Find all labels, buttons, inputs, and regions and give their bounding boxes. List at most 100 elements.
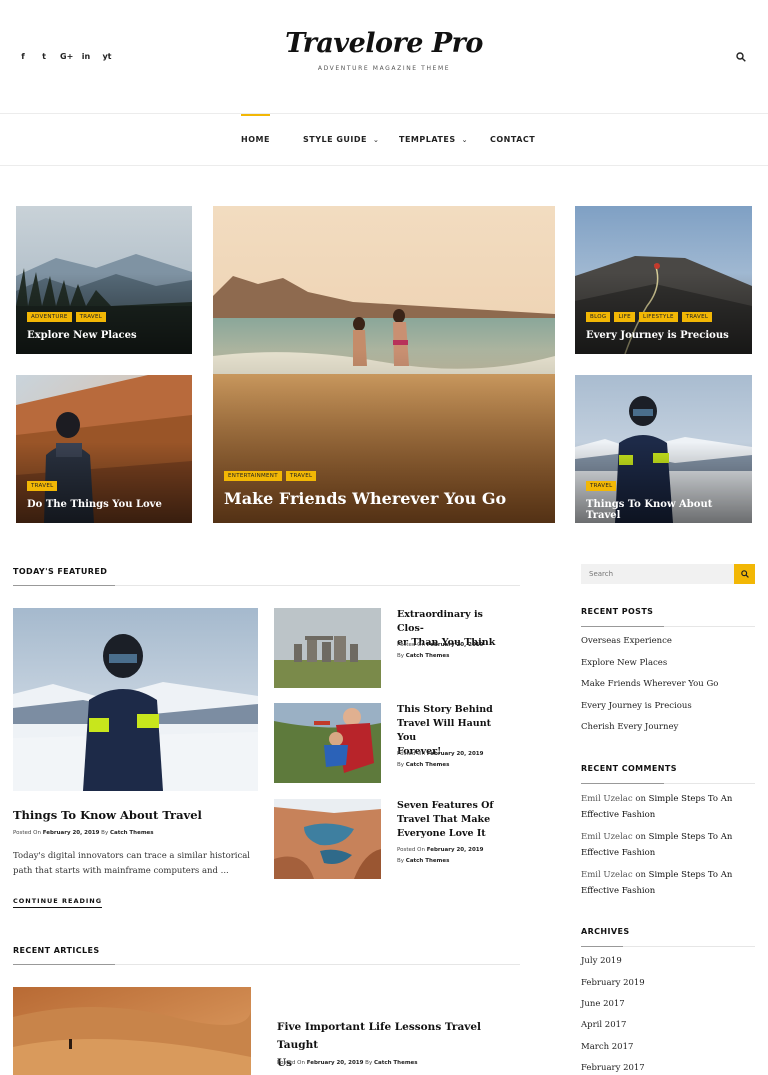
- meta-label: By: [397, 858, 405, 864]
- comment-on: on: [635, 832, 646, 842]
- nav-item-home[interactable]: HOME: [241, 114, 270, 166]
- featured-main-image[interactable]: [13, 608, 258, 791]
- main-navigation: HOME STYLE GUIDE ⌄ TEMPLATES ⌄ CONTACT: [0, 114, 768, 166]
- meta-label: Posted On: [277, 1060, 305, 1066]
- post-meta: Posted On February 20, 2019 By Catch The…: [13, 830, 154, 836]
- archive-link[interactable]: February 2019: [581, 978, 645, 988]
- comment-post-link[interactable]: Effective Fashion: [581, 883, 751, 899]
- search-input[interactable]: [581, 564, 734, 584]
- comment-on: on: [635, 870, 646, 880]
- comment-author[interactable]: Emil Uzelac: [581, 794, 633, 804]
- recent-article-image[interactable]: [13, 987, 251, 1075]
- recent-comment: Emil Uzelac on Simple Steps To An Effect…: [581, 867, 751, 899]
- post-author[interactable]: Catch Themes: [406, 653, 450, 659]
- divider-accent: [581, 626, 664, 627]
- title-line: Seven Features Of: [397, 800, 494, 811]
- comment-post-link[interactable]: Effective Fashion: [581, 807, 751, 823]
- nav-label: STYLE GUIDE: [303, 135, 368, 144]
- tag-travel[interactable]: TRAVEL: [586, 481, 617, 491]
- meta-label: By: [397, 653, 405, 659]
- archive-link[interactable]: June 2017: [581, 999, 625, 1009]
- recent-post-link[interactable]: Overseas Experience: [581, 636, 672, 646]
- nav-label: TEMPLATES: [399, 135, 456, 144]
- meta-label: Posted On: [397, 847, 425, 853]
- tag-adventure[interactable]: ADVENTURE: [27, 312, 72, 322]
- post-author[interactable]: Catch Themes: [110, 830, 154, 836]
- recent-post-link[interactable]: Cherish Every Journey: [581, 722, 678, 732]
- post-date[interactable]: February 20, 2019: [427, 642, 484, 648]
- post-author[interactable]: Catch Themes: [406, 762, 450, 768]
- continue-reading-link[interactable]: CONTINUE READING: [13, 897, 103, 908]
- card-tags: ENTERTAINMENT TRAVEL: [224, 471, 317, 481]
- nav-item-contact[interactable]: CONTACT: [490, 114, 535, 166]
- post-thumbnail[interactable]: [274, 703, 381, 783]
- widget-heading-recent-comments: RECENT COMMENTS: [581, 764, 677, 773]
- archive-link[interactable]: February 2017: [581, 1063, 645, 1073]
- card-tags: TRAVEL: [586, 481, 617, 491]
- post-author[interactable]: Catch Themes: [406, 858, 450, 864]
- search-icon[interactable]: [736, 52, 746, 62]
- card-title[interactable]: Explore New Places: [27, 330, 184, 341]
- comment-post-link[interactable]: Simple Steps To An: [649, 832, 733, 842]
- post-date[interactable]: February 20, 2019: [43, 830, 100, 836]
- card-title[interactable]: Every Journey is Precious: [586, 330, 744, 341]
- card-title[interactable]: Things To Know About Travel: [586, 499, 744, 521]
- hero-card-things-you-love[interactable]: TRAVEL Do The Things You Love: [16, 375, 192, 523]
- comment-author[interactable]: Emil Uzelac: [581, 870, 633, 880]
- divider-accent: [581, 783, 664, 784]
- meta-label: Posted On: [13, 830, 41, 836]
- tag-life[interactable]: LIFE: [614, 312, 635, 322]
- post-thumbnail[interactable]: [274, 608, 381, 688]
- comment-on: on: [635, 794, 646, 804]
- title-line: Travel Will Haunt You: [397, 718, 491, 743]
- post-title[interactable]: Seven Features Of Travel That Make Every…: [397, 799, 512, 841]
- post-meta: Posted On February 20, 2019 By Catch The…: [397, 845, 483, 867]
- post-date[interactable]: February 20, 2019: [427, 847, 484, 853]
- nav-item-templates[interactable]: TEMPLATES ⌄: [399, 114, 468, 166]
- archive-link[interactable]: July 2019: [581, 956, 622, 966]
- tag-travel[interactable]: TRAVEL: [75, 312, 107, 322]
- site-title[interactable]: Travelore Pro: [0, 28, 768, 59]
- section-heading-recent-articles: RECENT ARTICLES: [13, 946, 100, 955]
- post-title[interactable]: Things To Know About Travel: [13, 808, 202, 822]
- tag-travel[interactable]: TRAVEL: [681, 312, 713, 322]
- nav-item-style-guide[interactable]: STYLE GUIDE ⌄: [303, 114, 379, 166]
- hero-card-every-journey[interactable]: BLOG LIFE LIFESTYLE TRAVEL Every Journey…: [575, 206, 752, 354]
- comment-author[interactable]: Emil Uzelac: [581, 832, 633, 842]
- post-date[interactable]: February 20, 2019: [427, 751, 484, 757]
- desert-image: [13, 987, 251, 1075]
- chevron-down-icon: ⌄: [461, 136, 468, 144]
- hero-card-make-friends[interactable]: ENTERTAINMENT TRAVEL Make Friends Wherev…: [213, 206, 555, 523]
- nav-label: CONTACT: [490, 135, 536, 144]
- meta-label: By: [397, 762, 405, 768]
- tag-travel[interactable]: TRAVEL: [27, 481, 58, 491]
- comment-post-link[interactable]: Simple Steps To An: [649, 870, 733, 880]
- archive-link[interactable]: April 2017: [581, 1020, 626, 1030]
- meta-label: Posted On: [397, 751, 425, 757]
- divider-accent: [13, 585, 115, 586]
- skydiving-image: [274, 703, 381, 783]
- comment-post-link[interactable]: Effective Fashion: [581, 845, 751, 861]
- tag-travel[interactable]: TRAVEL: [285, 471, 317, 481]
- tag-entertainment[interactable]: ENTERTAINMENT: [224, 471, 282, 481]
- card-title[interactable]: Make Friends Wherever You Go: [224, 489, 547, 508]
- search-icon: [740, 570, 749, 578]
- tag-lifestyle[interactable]: LIFESTYLE: [638, 312, 678, 322]
- post-date[interactable]: February 20, 2019: [307, 1060, 364, 1066]
- tag-blog[interactable]: BLOG: [586, 312, 611, 322]
- hero-card-explore[interactable]: ADVENTURE TRAVEL Explore New Places: [16, 206, 192, 354]
- recent-post-link[interactable]: Make Friends Wherever You Go: [581, 679, 718, 689]
- post-thumbnail[interactable]: [274, 799, 381, 879]
- post-author[interactable]: Catch Themes: [374, 1060, 418, 1066]
- recent-post-link[interactable]: Every Journey is Precious: [581, 701, 692, 711]
- title-line: Five Important Life Lessons Travel Taugh…: [277, 1021, 482, 1051]
- post-meta: Posted On February 20, 2019 By Catch The…: [397, 749, 483, 771]
- search-button[interactable]: [734, 564, 755, 584]
- comment-post-link[interactable]: Simple Steps To An: [649, 794, 733, 804]
- site-logo[interactable]: Travelore Pro ADVENTURE MAGAZINE THEME: [0, 28, 768, 72]
- recent-post-link[interactable]: Explore New Places: [581, 658, 667, 668]
- archive-link[interactable]: March 2017: [581, 1042, 633, 1052]
- card-title[interactable]: Do The Things You Love: [27, 499, 184, 510]
- card-tags: ADVENTURE TRAVEL: [27, 312, 107, 322]
- hero-card-things-to-know[interactable]: TRAVEL Things To Know About Travel: [575, 375, 752, 523]
